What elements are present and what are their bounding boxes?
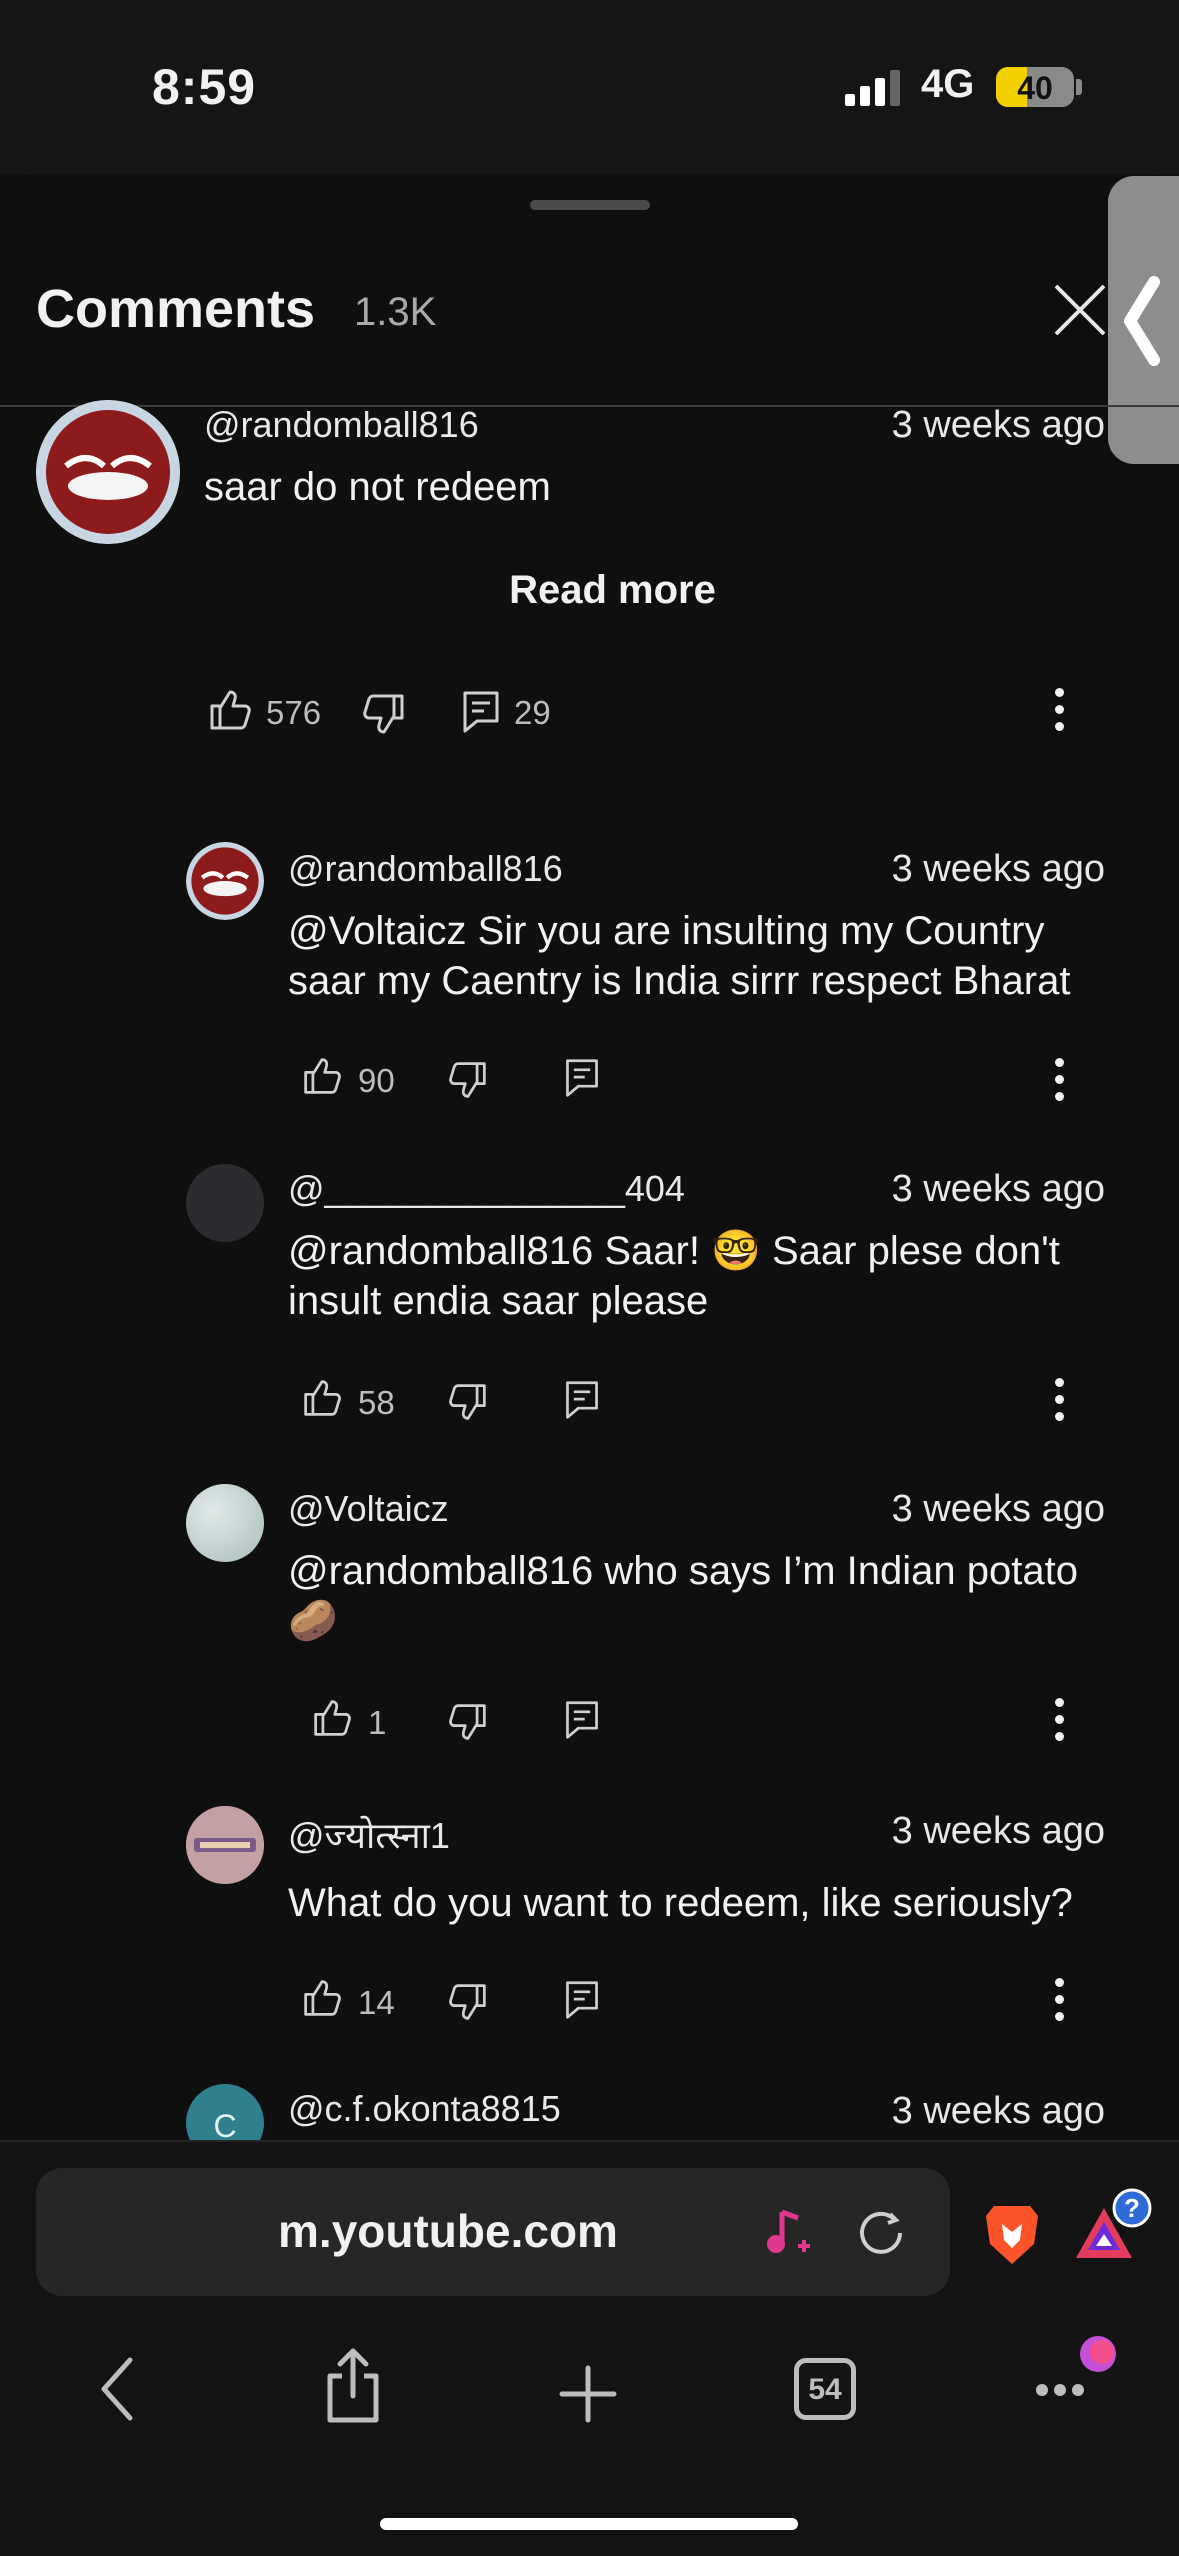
comment-author[interactable]: @randomball816 (288, 848, 563, 890)
tabs-button[interactable]: 54 (794, 2358, 856, 2420)
like-count: 58 (358, 1384, 395, 1421)
comment-author[interactable]: @c.f.okonta8815 (288, 2088, 561, 2130)
reply-icon[interactable] (564, 1058, 600, 1098)
back-icon[interactable] (96, 2356, 138, 2422)
reply-icon[interactable] (462, 690, 500, 734)
reply-count[interactable]: 29 (514, 694, 551, 732)
comment-text: @randomball816 Saar! 🤓 Saar plese don't (288, 1229, 1060, 1273)
like-icon[interactable] (312, 1698, 352, 1738)
reload-icon[interactable] (854, 2206, 908, 2260)
avatar[interactable] (186, 1164, 264, 1242)
like-icon[interactable] (302, 1978, 342, 2018)
avatar[interactable] (186, 1484, 264, 1562)
brave-rewards-icon[interactable]: ? (1074, 2188, 1160, 2268)
address-bar[interactable]: m.youtube.com (36, 2168, 950, 2296)
status-bar: 8:59 4G 40 (0, 0, 1179, 175)
drag-handle[interactable] (530, 200, 650, 210)
more-options-icon[interactable] (1050, 1378, 1068, 1429)
reply-icon[interactable] (564, 1380, 600, 1420)
comments-title: Comments (36, 279, 316, 339)
comment-time: 3 weeks ago (891, 848, 1105, 890)
comment-text: saar my Caentry is India sirrr respect B… (288, 959, 1071, 1003)
like-count: 90 (358, 1062, 395, 1099)
more-menu-icon[interactable] (1030, 2334, 1120, 2404)
battery-icon: 40 (996, 67, 1074, 107)
reply-icon[interactable] (564, 1980, 600, 2020)
comment-time: 3 weeks ago (891, 1488, 1105, 1530)
dislike-icon[interactable] (362, 692, 406, 736)
comment-text: insult endia saar please (288, 1279, 709, 1323)
avatar[interactable] (36, 400, 180, 544)
more-options-icon[interactable] (1050, 688, 1068, 739)
like-count: 14 (358, 1984, 395, 2021)
dislike-icon[interactable] (448, 1060, 488, 1100)
comment-text: saar do not redeem (204, 465, 551, 509)
avatar[interactable] (186, 842, 264, 920)
brave-shield-icon[interactable] (984, 2202, 1040, 2266)
comment-author[interactable]: @Voltaicz (288, 1488, 449, 1530)
dislike-icon[interactable] (448, 1702, 488, 1742)
comment-author[interactable]: @randomball816 (204, 404, 479, 446)
svg-text:?: ? (1124, 2193, 1140, 2223)
network-type: 4G (921, 62, 975, 106)
like-count: 1 (368, 1704, 387, 1741)
comment-time: 3 weeks ago (891, 1168, 1105, 1210)
status-time: 8:59 (152, 59, 257, 115)
more-options-icon[interactable] (1050, 1978, 1068, 2029)
more-options-icon[interactable] (1050, 1698, 1068, 1749)
music-add-icon[interactable] (762, 2206, 812, 2260)
comment-time: 3 weeks ago (891, 2090, 1105, 2132)
comments-count: 1.3K (354, 290, 437, 334)
comment-time: 3 weeks ago (891, 404, 1105, 446)
dislike-icon[interactable] (448, 1982, 488, 2022)
tab-count: 54 (808, 2373, 842, 2406)
read-more-button[interactable]: Read more (0, 568, 1179, 613)
dislike-icon[interactable] (448, 1382, 488, 1422)
comment-text: @Voltaicz Sir you are insulting my Count… (288, 909, 1045, 953)
like-icon[interactable] (208, 688, 252, 732)
cellular-signal-icon (845, 70, 900, 106)
comment-text: 🥔 (288, 1599, 338, 1643)
comment-time: 3 weeks ago (891, 1810, 1105, 1852)
like-icon[interactable] (302, 1378, 342, 1418)
url-text[interactable]: m.youtube.com (36, 2204, 950, 2258)
like-icon[interactable] (302, 1056, 342, 1096)
reply-icon[interactable] (564, 1700, 600, 1740)
close-icon[interactable] (1052, 282, 1108, 338)
comment-text: @randomball816 who says I’m Indian potat… (288, 1549, 1078, 1593)
chevron-left-icon (1124, 276, 1160, 366)
home-indicator[interactable] (380, 2518, 798, 2530)
share-icon[interactable] (324, 2346, 382, 2426)
new-tab-icon[interactable] (558, 2364, 618, 2424)
comment-author[interactable]: @_______________404 (288, 1168, 685, 1210)
side-panel-tab[interactable] (1108, 176, 1179, 464)
more-options-icon[interactable] (1050, 1058, 1068, 1109)
comment-text: What do you want to redeem, like serious… (288, 1881, 1073, 1925)
like-count: 576 (266, 694, 322, 731)
avatar[interactable] (186, 1806, 264, 1884)
comment-author[interactable]: @ज्योत्स्ना1 (288, 1810, 450, 1859)
